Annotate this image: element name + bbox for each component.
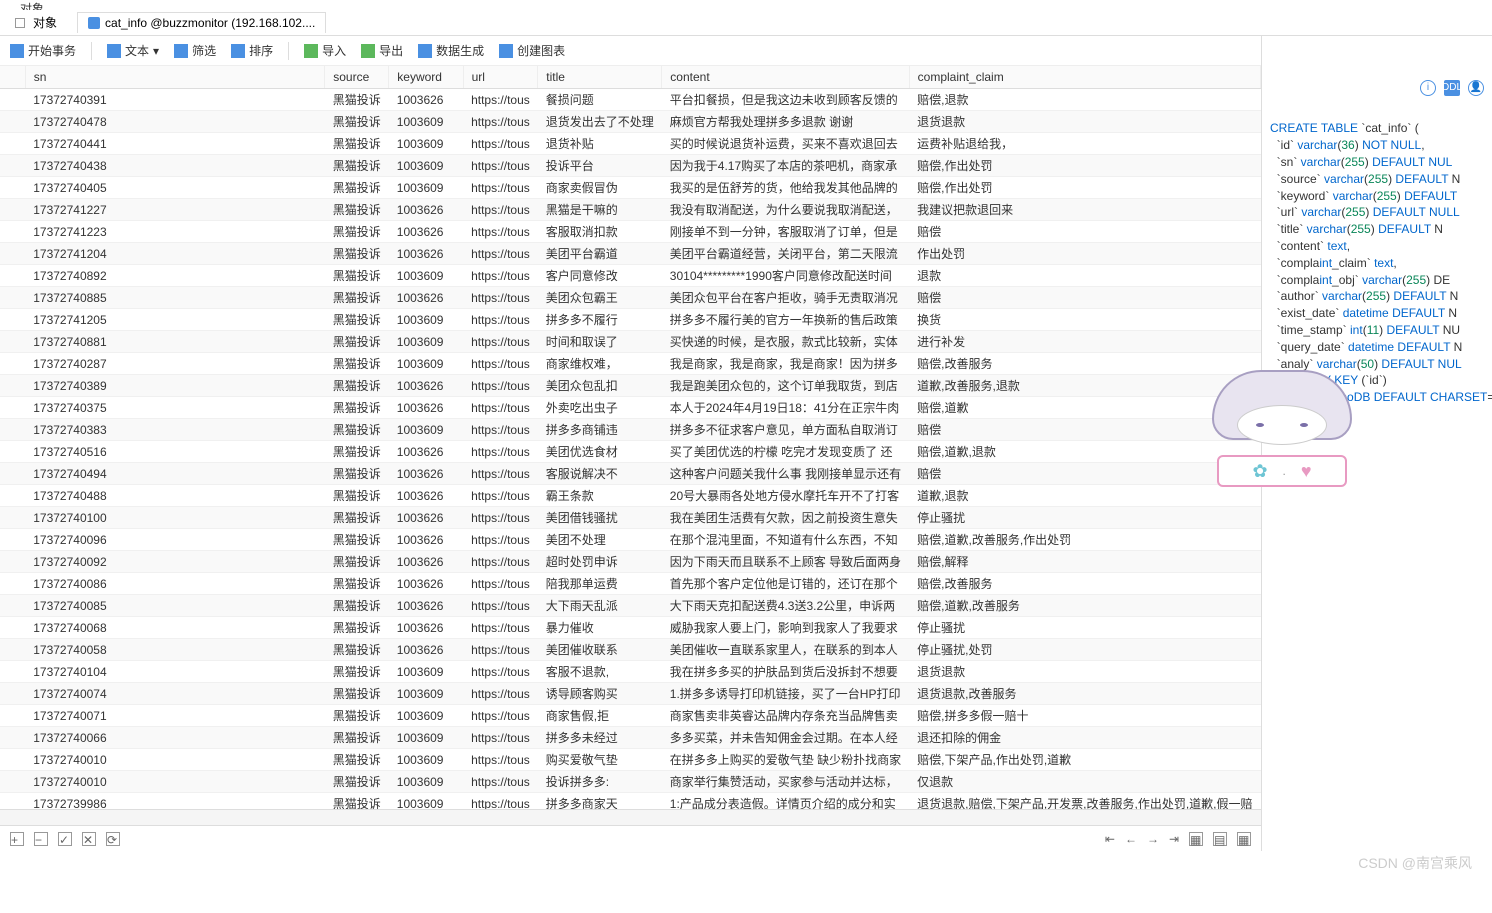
- nav-prev-icon[interactable]: ←: [1125, 832, 1137, 846]
- table-row[interactable]: 17372739986黑猫投诉1003609https://tous拼多多商家天…: [0, 793, 1261, 810]
- table-row[interactable]: 17372740383黑猫投诉1003609https://tous拼多多商铺违…: [0, 419, 1261, 441]
- table-row[interactable]: 17372740074黑猫投诉1003609https://tous诱导顾客购买…: [0, 683, 1261, 705]
- col-claim[interactable]: complaint_claim: [909, 66, 1260, 89]
- col-url[interactable]: url: [463, 66, 538, 89]
- text-button[interactable]: 文本▾: [107, 42, 159, 59]
- table-row[interactable]: 17372741204黑猫投诉1003626https://tous美团平台霸道…: [0, 243, 1261, 265]
- nav-last-icon[interactable]: ⇥: [1169, 832, 1179, 846]
- table-row[interactable]: 17372740287黑猫投诉1003609https://tous商家维权难，…: [0, 353, 1261, 375]
- import-icon: [304, 44, 318, 58]
- export-icon: [361, 44, 375, 58]
- table-row[interactable]: 17372740892黑猫投诉1003609https://tous客户同意修改…: [0, 265, 1261, 287]
- col-keyword[interactable]: keyword: [389, 66, 463, 89]
- horizontal-scrollbar[interactable]: [0, 809, 1261, 825]
- data-gen-button[interactable]: 数据生成: [418, 42, 484, 59]
- text-icon: [107, 44, 121, 58]
- watermark: CSDN @南宫乘风: [1358, 853, 1472, 873]
- tab-label: cat_info @buzzmonitor (192.168.102....: [105, 16, 315, 30]
- sort-button[interactable]: 排序: [231, 42, 273, 59]
- table-row[interactable]: 17372740488黑猫投诉1003626https://tous霸王条款20…: [0, 485, 1261, 507]
- table-row[interactable]: 17372740066黑猫投诉1003609https://tous拼多多未经过…: [0, 727, 1261, 749]
- filter-button[interactable]: 筛选: [174, 42, 216, 59]
- object-box-icon[interactable]: [15, 18, 25, 28]
- refresh-icon[interactable]: ⟳: [106, 832, 120, 846]
- table-row[interactable]: 17372741205黑猫投诉1003609https://tous拼多多不履行…: [0, 309, 1261, 331]
- table-row[interactable]: 17372740405黑猫投诉1003609https://tous商家卖假冒伪…: [0, 177, 1261, 199]
- gen-icon: [418, 44, 432, 58]
- col-sn[interactable]: sn: [25, 66, 325, 89]
- table-row[interactable]: 17372740494黑猫投诉1003626https://tous客服说解决不…: [0, 463, 1261, 485]
- create-chart-button[interactable]: 创建图表: [499, 42, 565, 59]
- sort-icon: [231, 44, 245, 58]
- info-icon[interactable]: i: [1420, 80, 1436, 96]
- table-row[interactable]: 17372740391黑猫投诉1003626https://tous餐损问题平台…: [0, 89, 1261, 111]
- status-bar: + − ✓ ✕ ⟳ ⇤ ← → ⇥ ▦ ▤ ▦: [0, 825, 1261, 851]
- table-row[interactable]: 17372740096黑猫投诉1003626https://tous美团不处理在…: [0, 529, 1261, 551]
- table-row[interactable]: 17372740058黑猫投诉1003626https://tous美团催收联系…: [0, 639, 1261, 661]
- table-row[interactable]: 17372740441黑猫投诉1003609https://tous退货补贴买的…: [0, 133, 1261, 155]
- cancel-icon[interactable]: ✕: [82, 832, 96, 846]
- table-row[interactable]: 17372740885黑猫投诉1003626https://tous美团众包霸王…: [0, 287, 1261, 309]
- orientation-label[interactable]: 对象: [33, 14, 57, 31]
- chevron-down-icon: ▾: [153, 44, 159, 58]
- table-row[interactable]: 17372740100黑猫投诉1003626https://tous美团借钱骚扰…: [0, 507, 1261, 529]
- toolbar: 开始事务 文本▾ 筛选 排序 导入 导出 数据生成 创建图表: [0, 36, 1261, 66]
- table-row[interactable]: 17372741227黑猫投诉1003626https://tous黑猫是干嘛的…: [0, 199, 1261, 221]
- delete-row-icon[interactable]: −: [34, 832, 48, 846]
- chart-icon: [499, 44, 513, 58]
- table-row[interactable]: 17372740068黑猫投诉1003626https://tous暴力催收威胁…: [0, 617, 1261, 639]
- user-icon[interactable]: 👤: [1468, 80, 1484, 96]
- grid-view-icon[interactable]: ▦: [1189, 832, 1203, 846]
- settings-icon[interactable]: ▦: [1237, 832, 1251, 846]
- filter-icon: [174, 44, 188, 58]
- nav-next-icon[interactable]: →: [1147, 832, 1159, 846]
- menu-object[interactable]: 对象: [20, 0, 44, 10]
- table-row[interactable]: 17372740389黑猫投诉1003626https://tous美团众包乱扣…: [0, 375, 1261, 397]
- table-row[interactable]: 17372740085黑猫投诉1003626https://tous大下雨天乱派…: [0, 595, 1261, 617]
- play-icon: [10, 44, 24, 58]
- table-row[interactable]: 17372740104黑猫投诉1003609https://tous客服不退款,…: [0, 661, 1261, 683]
- form-view-icon[interactable]: ▤: [1213, 832, 1227, 846]
- top-menu: 对象: [0, 0, 1492, 10]
- nav-first-icon[interactable]: ⇤: [1105, 832, 1115, 846]
- table-row[interactable]: 17372740010黑猫投诉1003609https://tous投诉拼多多:…: [0, 771, 1261, 793]
- table-icon: [88, 17, 100, 29]
- import-button[interactable]: 导入: [304, 42, 346, 59]
- header-row: sn source keyword url title content comp…: [0, 66, 1261, 89]
- col-source[interactable]: source: [325, 66, 389, 89]
- export-button[interactable]: 导出: [361, 42, 403, 59]
- table-row[interactable]: 17372740516黑猫投诉1003626https://tous美团优选食材…: [0, 441, 1261, 463]
- data-grid[interactable]: sn source keyword url title content comp…: [0, 66, 1261, 809]
- table-row[interactable]: 17372740375黑猫投诉1003626https://tous外卖吃出虫子…: [0, 397, 1261, 419]
- table-row[interactable]: 17372740438黑猫投诉1003609https://tous投诉平台因为…: [0, 155, 1261, 177]
- col-title[interactable]: title: [538, 66, 662, 89]
- begin-transaction-button[interactable]: 开始事务: [10, 42, 76, 59]
- ddl-text: CREATE TABLE `cat_info` ( `id` varchar(3…: [1270, 120, 1484, 406]
- tab-bar: 对象 cat_info @buzzmonitor (192.168.102...…: [0, 10, 1492, 36]
- ddl-icon[interactable]: DDL: [1444, 80, 1460, 96]
- table-row[interactable]: 17372740086黑猫投诉1003626https://tous陪我那单运费…: [0, 573, 1261, 595]
- table-row[interactable]: 17372741223黑猫投诉1003626https://tous客服取消扣款…: [0, 221, 1261, 243]
- table-row[interactable]: 17372740478黑猫投诉1003609https://tous退货发出去了…: [0, 111, 1261, 133]
- col-content[interactable]: content: [662, 66, 909, 89]
- add-row-icon[interactable]: +: [10, 832, 24, 846]
- table-row[interactable]: 17372740071黑猫投诉1003609https://tous商家售假,拒…: [0, 705, 1261, 727]
- ddl-panel: i DDL 👤 CREATE TABLE `cat_info` ( `id` v…: [1262, 36, 1492, 851]
- table-row[interactable]: 17372740010黑猫投诉1003609https://tous购买爱敬气垫…: [0, 749, 1261, 771]
- tab-cat-info[interactable]: cat_info @buzzmonitor (192.168.102....: [77, 12, 326, 33]
- apply-icon[interactable]: ✓: [58, 832, 72, 846]
- table-row[interactable]: 17372740092黑猫投诉1003626https://tous超时处罚申诉…: [0, 551, 1261, 573]
- table-row[interactable]: 17372740881黑猫投诉1003609https://tous时间和取误了…: [0, 331, 1261, 353]
